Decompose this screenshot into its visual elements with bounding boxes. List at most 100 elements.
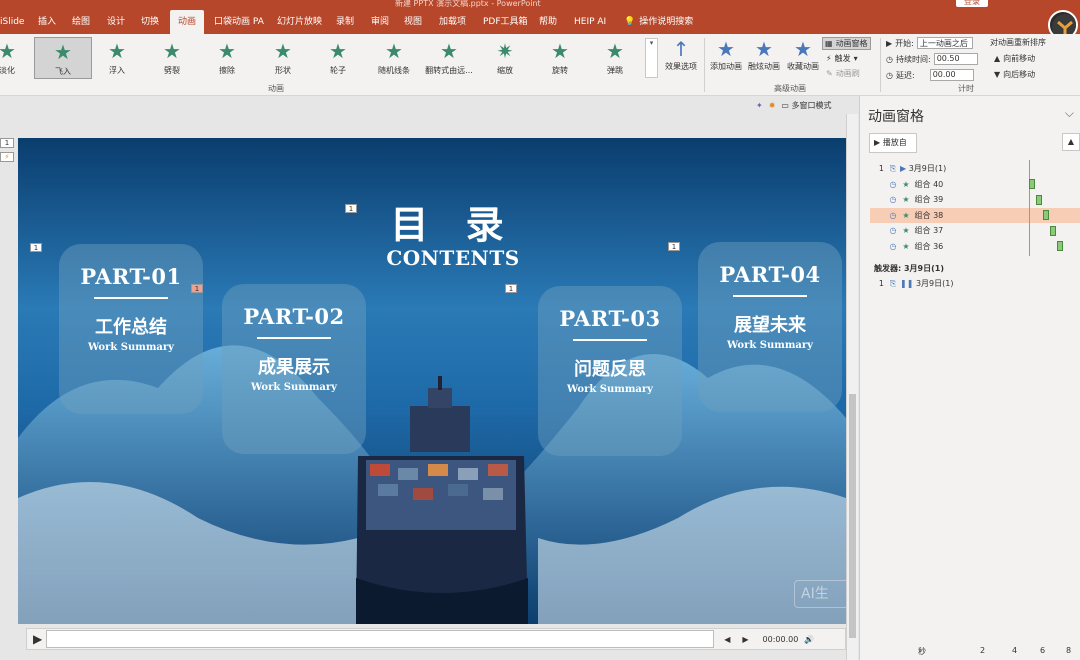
clock-icon: ◷ [889,242,897,251]
slide-canvas[interactable]: 目 录 CONTENTS PART-01 工作总结 Work Summary P… [18,138,846,624]
slide-title[interactable]: 目 录 CONTENTS [358,204,548,271]
animation-brush-button[interactable]: ✎ 动画刷 [826,68,860,79]
sparkle-icon[interactable]: ✦ [756,101,763,110]
effect-options-button[interactable]: ↑ 效果选项 [662,37,700,72]
effect-split[interactable]: ★ 劈裂 [143,37,201,79]
trigger-button[interactable]: ⚡ 触发 ▾ [826,53,858,64]
play-icon[interactable]: ▶ [33,632,42,646]
star-brush-icon: ★ [755,37,773,61]
play-from-button[interactable]: ▶ 播放自 [869,133,917,153]
tab-slideshow[interactable]: 幻灯片放映 [277,10,322,34]
part-subtitle: Work Summary [251,382,337,393]
timing-bar[interactable] [1029,179,1035,189]
title-english: CONTENTS [386,246,520,270]
part-number: PART-02 [243,304,345,329]
animation-row[interactable]: ◷ ★ 组合 40 [870,177,1080,192]
group-label-advanced: 高级动画 [774,84,806,93]
vertical-scrollbar[interactable] [846,114,858,660]
ruler-tick: 8 [1066,646,1072,655]
effect-fade[interactable]: ★ 淡化 [0,37,36,79]
step-back-icon[interactable]: ◀ [724,635,730,644]
tell-me-search[interactable]: 💡 操作说明搜索 [624,10,693,34]
tab-help[interactable]: 帮助 [539,10,557,34]
effect-shape[interactable]: ★ 形状 [254,37,312,79]
part-card-4[interactable]: PART-04 展望未来 Work Summary [698,242,842,412]
duration-input[interactable]: 00.50 [933,53,978,65]
star-add-icon: ★ [717,37,735,61]
chevron-down-icon[interactable]: ⌵ [1065,106,1074,121]
delay-input[interactable]: 00.00 [929,69,974,81]
multi-window-button[interactable]: ▭ 多窗口模式 [781,100,831,111]
window-title: 新建 PPTX 演示文稿.pptx - PowerPoint [395,0,541,8]
pane-icon: ▦ [825,39,833,48]
tab-pocket-animation[interactable]: 口袋动画 PA [214,10,264,34]
animation-tag[interactable]: 1 [30,243,42,252]
effect-float-in[interactable]: ★ 浮入 [88,37,146,79]
tab-record[interactable]: 录制 [336,10,354,34]
step-forward-icon[interactable]: ▶ [742,635,748,644]
trigger-row[interactable]: 1 ⎘ ❚❚ 3月9日(1) [870,276,1080,291]
card-underline [257,337,331,339]
effect-swivel[interactable]: ★ 旋转 [531,37,589,79]
tab-addins[interactable]: 加载项 [439,10,466,34]
animation-tag[interactable]: 1 [191,284,203,293]
effect-zoom[interactable]: ✷ 缩放 [476,37,534,79]
editor-tools: ✦ ✹ ▭ 多窗口模式 [756,98,832,112]
part-title: 展望未来 [734,315,806,336]
tab-animations[interactable]: 动画 [170,10,205,34]
timing-bar[interactable] [1050,226,1056,236]
volume-icon[interactable]: 🔊 [804,635,814,644]
gear-icon[interactable]: ✹ [769,101,776,110]
ribbon-animations: ★ 淡化 ★ 飞入 ★ 浮入 ★ 劈裂 ★ 擦除 ★ 形状 ★ 轮子 ★ 随机线条 ★ 翻转式由远… [0,34,1080,96]
move-earlier-button[interactable]: ▲ 向前移动 [994,53,1035,64]
effect-wipe[interactable]: ★ 擦除 [198,37,256,79]
effect-fly-in[interactable]: ★ 飞入 [34,37,92,79]
part-card-1[interactable]: PART-01 工作总结 Work Summary [59,244,203,414]
tab-review[interactable]: 审阅 [371,10,389,34]
scroll-thumb[interactable] [849,394,856,638]
clock-icon: ◷ [889,195,897,204]
play-icon: ▶ [886,38,893,48]
effect-grow-turn[interactable]: ★ 翻转式由远... [420,37,478,79]
star-icon: ★ [902,195,910,204]
timing-bar[interactable] [1043,210,1049,220]
animation-row[interactable]: ◷ ★ 组合 37 [870,223,1080,238]
move-later-button[interactable]: ▼ 向后移动 [994,69,1035,80]
tab-draw[interactable]: 绘图 [72,10,90,34]
animation-row[interactable]: ◷ ★ 组合 36 [870,239,1080,254]
play-time: 00:00.00 [762,634,799,644]
part-card-2[interactable]: PART-02 成果展示 Work Summary [222,284,366,454]
timing-bar[interactable] [1057,241,1063,251]
media-timeline[interactable] [46,630,715,648]
animation-row[interactable]: ◷ ★ 组合 39 [870,192,1080,207]
animation-row[interactable]: 1 ⎘ ▶ 3月9日(1) [870,161,1080,176]
animation-pane-button[interactable]: ▦ 动画窗格 [822,37,871,50]
tab-transitions[interactable]: 切换 [141,10,159,34]
effect-random-bars[interactable]: ★ 随机线条 [365,37,423,79]
favorite-animation-button[interactable]: ★ 收藏动画 [784,37,822,72]
clock-icon: ◷ [889,211,897,220]
tab-insert[interactable]: 插入 [38,10,56,34]
effect-wheel[interactable]: ★ 轮子 [309,37,367,79]
tab-islide[interactable]: iSlide [0,10,24,34]
start-select[interactable]: 上一动画之后 [916,37,973,49]
animation-tag[interactable]: 1 [505,284,517,293]
part-card-3[interactable]: PART-03 问题反思 Work Summary [538,286,682,456]
gutter-lightning-icon[interactable]: ⚡ [0,152,14,162]
gallery-more-button[interactable]: ▾ [645,38,658,78]
add-animation-button[interactable]: ★ 添加动画 [708,37,744,72]
group-label-timing: 计时 [958,84,974,93]
animation-tag[interactable]: 1 [668,242,680,251]
tab-view[interactable]: 视图 [404,10,422,34]
tab-design[interactable]: 设计 [107,10,125,34]
scroll-up-button[interactable]: ▲ [1062,133,1080,151]
gutter-marker[interactable]: 1 [0,138,14,148]
tab-heip-ai[interactable]: HEIP AI [574,10,606,34]
login-button[interactable]: 登录 [956,0,988,7]
timing-bar[interactable] [1036,195,1042,205]
animation-tag[interactable]: 1 [345,204,357,213]
painter-animation-button[interactable]: ★ 融炫动画 [746,37,782,72]
ruler-tick: 6 [1040,646,1046,655]
effect-bounce[interactable]: ★ 弹跳 [586,37,644,79]
tab-pdf-tools[interactable]: PDF工具箱 [483,10,528,34]
